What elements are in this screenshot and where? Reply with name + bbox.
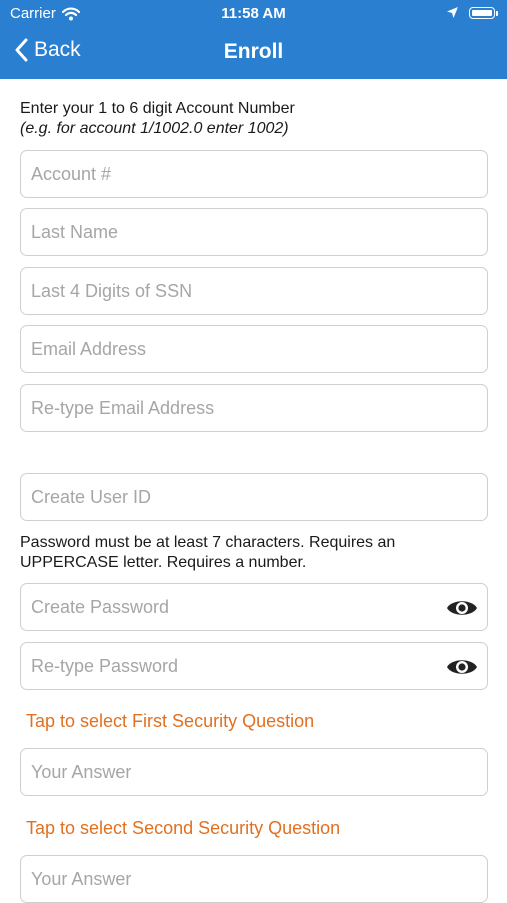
last-name-input[interactable]: [21, 209, 487, 255]
password-retype-field: [20, 642, 488, 690]
second-answer-field: [20, 855, 488, 903]
status-time: 11:58 AM: [221, 5, 286, 22]
account-instructions-line1: Enter your 1 to 6 digit Account Number: [20, 100, 295, 117]
password-rules-line1: Password must be at least 7 characters. …: [20, 534, 396, 551]
second-answer-input[interactable]: [21, 856, 487, 902]
status-right: [446, 6, 498, 19]
ssn-field: [20, 267, 488, 315]
battery-icon: [469, 6, 498, 19]
user-id-field: [20, 473, 488, 521]
password-rules-line2: UPPERCASE letter. Requires a number.: [20, 554, 307, 571]
first-answer-field: [20, 748, 488, 796]
header: Carrier 11:58 AM Back Enroll: [0, 0, 507, 79]
last-name-field: [20, 208, 488, 256]
page-title: Enroll: [223, 40, 284, 63]
password-rules: Password must be at least 7 characters. …: [20, 533, 395, 573]
account-instructions: Enter your 1 to 6 digit Account Number (…: [20, 99, 295, 139]
status-bar: Carrier 11:58 AM: [0, 0, 507, 28]
password-input[interactable]: [21, 584, 487, 630]
eye-icon[interactable]: [446, 596, 478, 620]
nav-bar: Back Enroll: [0, 28, 507, 79]
email-retype-input[interactable]: [21, 385, 487, 431]
second-security-question-link[interactable]: Tap to select Second Security Question: [26, 818, 340, 839]
account-instructions-example: (e.g. for account 1/1002.0 enter 1002): [20, 120, 289, 137]
first-answer-input[interactable]: [21, 749, 487, 795]
password-field: [20, 583, 488, 631]
ssn-input[interactable]: [21, 268, 487, 314]
location-arrow-icon: [447, 7, 458, 18]
email-input[interactable]: [21, 326, 487, 372]
email-field: [20, 325, 488, 373]
email-retype-field: [20, 384, 488, 432]
eye-icon[interactable]: [446, 655, 478, 679]
user-id-input[interactable]: [21, 474, 487, 520]
account-number-field: [20, 150, 488, 198]
password-retype-input[interactable]: [21, 643, 487, 689]
first-security-question-link[interactable]: Tap to select First Security Question: [26, 711, 314, 732]
account-number-input[interactable]: [21, 151, 487, 197]
